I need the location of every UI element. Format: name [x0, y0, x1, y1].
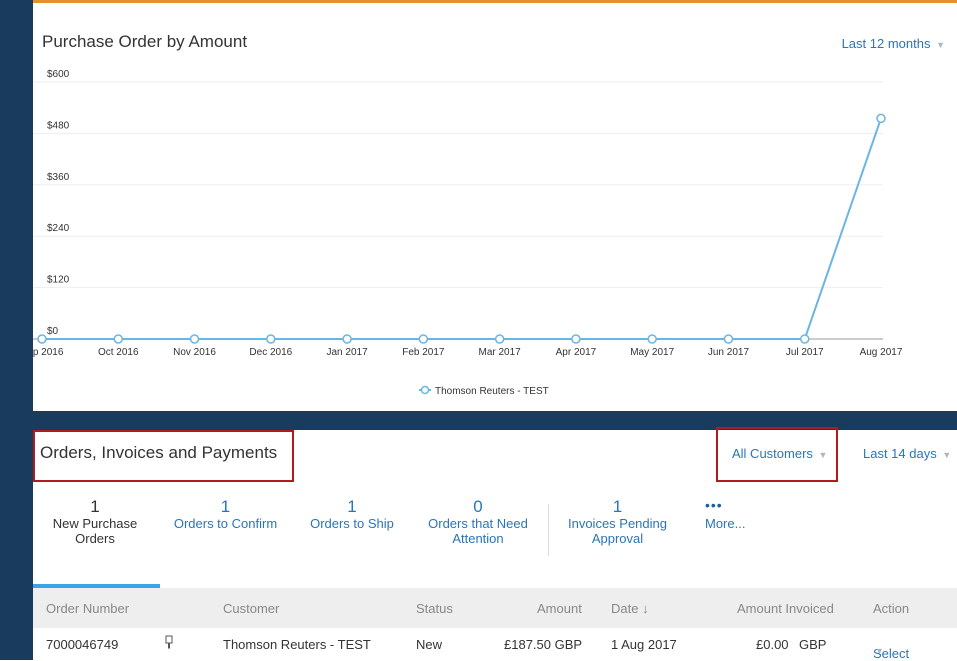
x-tick-label: May 2017: [630, 347, 674, 358]
x-tick-label: Nov 2016: [173, 347, 216, 358]
customer-filter-dropdown[interactable]: All Customers ▼: [732, 446, 827, 461]
data-point: [418, 334, 429, 344]
tile-divider: [548, 504, 549, 556]
tile-label-line: New Purchase: [52, 516, 138, 531]
period-dropdown-label: Last 12 months: [841, 36, 931, 51]
tile-label-line: Invoices Pending: [567, 516, 667, 531]
purchase-order-chart-panel: $600 $480 $360 $240 $120 $0 Sep 2016 Oct 2016 No…: [33, 3, 957, 411]
tile-label-line: Attention: [452, 531, 504, 546]
y-tick-label: $0: [47, 326, 59, 337]
tile-orders-to-ship[interactable]: 1 Orders to Ship: [302, 497, 402, 532]
tile-label-line: Orders that Need: [428, 516, 528, 531]
cell-amount-invoiced: £0.00: [756, 637, 789, 652]
col-header-action: Action: [873, 601, 910, 616]
legend-point-marker: [420, 385, 430, 395]
data-point: [571, 334, 581, 344]
tile-label-line: Orders: [75, 531, 115, 546]
x-tick-label: Jun 2017: [708, 347, 750, 358]
tile-label-line: Approval: [591, 531, 644, 546]
data-point: [799, 334, 810, 344]
cell-amount: £187.50 GBP: [504, 637, 583, 652]
x-tick-label: Mar 2017: [479, 347, 522, 358]
data-point: [342, 334, 352, 344]
x-tick-label: Jul 2017: [786, 347, 824, 358]
col-header-order-number[interactable]: Order Number: [46, 601, 129, 616]
x-tick-label: Aug 2017: [860, 347, 903, 358]
cell-status: New: [416, 637, 443, 652]
col-header-amount[interactable]: Amount: [537, 601, 582, 616]
left-frame-bar: [0, 0, 33, 660]
more-label: More...: [705, 516, 746, 531]
y-tick-label: $240: [47, 223, 70, 234]
chart-panel-title: Purchase Order by Amount: [42, 32, 248, 51]
tile-count: 0: [473, 497, 483, 516]
date-filter-dropdown[interactable]: Last 14 days ▼: [863, 446, 951, 461]
col-header-status[interactable]: Status: [416, 601, 453, 616]
tile-invoices-pending-approval[interactable]: 1 Invoices Pending Approval: [560, 497, 675, 547]
data-point: [876, 113, 886, 124]
x-tick-label: Sep 2016: [33, 347, 64, 358]
more-dots-icon: •••: [705, 497, 723, 513]
orders-panel-title: Orders, Invoices and Payments: [40, 443, 278, 462]
cell-date: 1 Aug 2017: [611, 637, 677, 652]
tile-orders-to-confirm[interactable]: 1 Orders to Confirm: [168, 497, 283, 532]
tile-count: 1: [220, 497, 231, 516]
x-tick-label: Feb 2017: [402, 347, 445, 358]
data-point: [113, 334, 124, 344]
tile-orders-need-attention[interactable]: 0 Orders that Need Attention: [418, 497, 538, 547]
data-point: [723, 334, 734, 344]
tile-count: 1: [90, 497, 100, 516]
chevron-down-icon: ▼: [936, 40, 945, 50]
purchase-order-line-chart: $600 $480 $360 $240 $120 $0 Sep 2016 Oct 2016 No…: [33, 69, 903, 397]
tile-more[interactable]: ••• More...: [705, 498, 765, 531]
tile-count: 1: [612, 497, 623, 516]
data-point: [494, 334, 505, 344]
col-header-date[interactable]: Date ↓: [611, 601, 649, 616]
x-tick-label: Apr 2017: [556, 347, 597, 358]
data-point: [647, 334, 657, 344]
customer-filter-label: All Customers: [732, 446, 813, 461]
col-header-customer[interactable]: Customer: [223, 601, 279, 616]
data-point: [266, 334, 276, 344]
y-tick-label: $120: [47, 275, 70, 286]
cell-customer: Thomson Reuters - TEST: [223, 637, 371, 652]
y-tick-label: $480: [47, 120, 70, 131]
chevron-down-icon: ▼: [875, 646, 884, 656]
pin-icon-glyph: [165, 635, 173, 649]
orders-table-header: Order Number Customer Status Amount Date…: [33, 588, 957, 628]
pin-icon[interactable]: [164, 635, 174, 652]
x-tick-label: Jan 2017: [327, 347, 369, 358]
cell-order-number[interactable]: 7000046749: [46, 637, 118, 652]
x-tick-label: Dec 2016: [249, 347, 292, 358]
tile-label-line: Orders to Ship: [310, 516, 394, 531]
y-tick-label: $600: [47, 69, 70, 80]
col-header-amount-invoiced[interactable]: Amount Invoiced: [737, 601, 834, 616]
x-tick-label: Oct 2016: [98, 347, 139, 358]
table-row[interactable]: 7000046749 Thomson Reuters - TEST New £1…: [33, 628, 957, 661]
order-status-tiles: 1 New Purchase Orders 1 Orders to Confir…: [33, 490, 957, 588]
tile-new-purchase-orders[interactable]: 1 New Purchase Orders: [35, 497, 155, 547]
y-tick-label: $360: [47, 172, 70, 183]
tile-label-line: Orders to Confirm: [173, 516, 278, 531]
orders-invoices-payments-panel: Orders, Invoices and Payments All Custom…: [33, 427, 957, 661]
data-point: [37, 334, 47, 344]
tile-count: 1: [347, 497, 357, 516]
data-point: [189, 334, 200, 344]
cell-currency: GBP: [799, 637, 827, 652]
legend-label: Thomson Reuters - TEST: [435, 386, 549, 397]
chevron-down-icon: ▼: [818, 450, 828, 460]
period-dropdown[interactable]: Last 12 months ▼: [842, 36, 945, 51]
date-filter-label: Last 14 days: [863, 446, 937, 461]
chevron-down-icon: ▼: [942, 450, 952, 460]
series-line: [42, 118, 882, 340]
